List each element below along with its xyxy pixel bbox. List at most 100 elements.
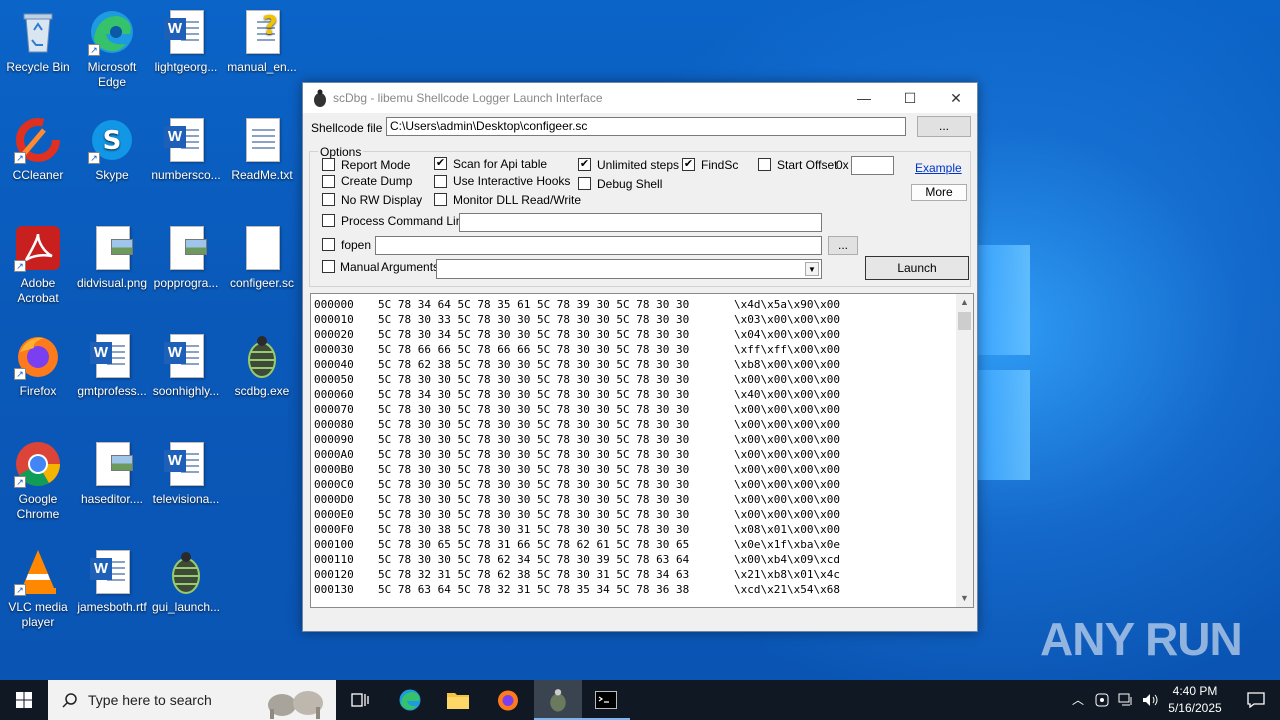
desktop-icon-firefox[interactable]: ↗ Firefox [0,332,76,399]
image-file-icon [162,224,210,272]
taskbar-cmd[interactable] [582,680,630,720]
offset-prefix-label: 0x [836,158,849,172]
icon-label: Firefox [19,384,57,398]
minimize-button[interactable]: — [841,83,887,113]
scdbg-window[interactable]: scDbg - libemu Shellcode Logger Launch I… [302,82,978,632]
volume-icon[interactable] [1138,680,1162,720]
monitor-dll-checkbox[interactable] [434,193,447,207]
start-offset-checkbox[interactable] [758,158,771,172]
icon-label: popprogra... [153,276,219,290]
hexdump-bytes: 5C 78 30 30 5C 78 30 30 5C 78 30 30 5C 7… [378,448,690,461]
desktop-icon-manual-en[interactable]: ? manual_en... [224,8,300,75]
desktop-icon-soonhighly[interactable]: W soonhighly... [148,332,224,399]
hexdump-row: 0000F0 5C 78 30 38 5C 78 30 31 5C 78 30 3… [314,522,840,537]
hexdump-row: 000080 5C 78 30 30 5C 78 30 30 5C 78 30 3… [314,417,840,432]
desktop-icon-haseditor[interactable]: haseditor.... [74,440,150,507]
no-rw-display-checkbox[interactable] [322,193,335,207]
manual-arguments-checkbox[interactable] [322,260,335,274]
maximize-button[interactable]: ☐ [887,83,933,113]
icon-label: numbersco... [151,168,221,182]
icon-label: haseditor.... [80,492,144,506]
unlimited-steps-checkbox[interactable]: ✔ [578,158,591,172]
shortcut-arrow-icon: ↗ [88,152,100,164]
desktop-icon-skype[interactable]: S ↗ Skype [74,116,150,183]
process-cmdline-input[interactable] [459,213,822,232]
hexdump-bytes: 5C 78 30 34 5C 78 30 30 5C 78 30 30 5C 7… [378,328,690,341]
desktop-icon-televisiona[interactable]: W televisiona... [148,440,224,507]
desktop-icon-popprogra[interactable]: popprogra... [148,224,224,291]
desktop-icon-ccleaner[interactable]: ↗ CCleaner [0,116,76,183]
shortcut-arrow-icon: ↗ [14,476,26,488]
process-cmdline-checkbox[interactable] [322,214,335,228]
hexdump-offset: 000030 [314,343,354,356]
hexdump-row: 000100 5C 78 30 65 5C 78 31 66 5C 78 62 6… [314,537,840,552]
window-title: scDbg - libemu Shellcode Logger Launch I… [333,91,603,105]
desktop-icon-numbersco[interactable]: W numbersco... [148,116,224,183]
fopen-browse-button[interactable]: ... [828,236,858,255]
desktop-icon-lightgeorg[interactable]: W lightgeorg... [148,8,224,75]
shellcode-file-input[interactable]: C:\Users\admin\Desktop\configeer.sc [386,117,906,136]
desktop-icon-vlc[interactable]: ↗ VLC media player [0,548,76,630]
desktop-icon-gui-launch[interactable]: gui_launch... [148,548,224,615]
hexdump-ascii: \xb8\x00\x00\x00 [734,358,840,371]
findsc-checkbox[interactable]: ✔ [682,158,695,172]
elephants-illustration-icon [268,691,323,719]
taskbar-edge[interactable] [386,680,434,720]
icon-label: Skype [95,168,129,182]
more-button[interactable]: More [911,184,967,201]
task-view-button[interactable] [336,680,384,720]
hexdump-panel[interactable]: 000000 5C 78 34 64 5C 78 35 61 5C 78 39 3… [310,293,974,608]
desktop-icon-jamesboth[interactable]: W jamesboth.rtf [74,548,150,615]
icon-label: jamesboth.rtf [77,600,147,614]
show-hidden-icons-chevron-icon[interactable]: ︿ [1066,680,1090,720]
desktop-icon-edge[interactable]: ↗ Microsoft Edge [74,8,150,90]
browse-shellcode-button[interactable]: ... [917,116,971,137]
notifications-button[interactable] [1232,680,1280,720]
start-offset-label: Start Offset [777,158,838,172]
hexdump-row: 0000E0 5C 78 30 30 5C 78 30 30 5C 78 30 3… [314,507,840,522]
taskbar-firefox[interactable] [484,680,532,720]
desktop-icon-readme[interactable]: ReadMe.txt [224,116,300,183]
vertical-scrollbar[interactable]: ▲ ▼ [956,294,973,607]
title-bar[interactable]: scDbg - libemu Shellcode Logger Launch I… [303,83,977,113]
taskbar-scdbg[interactable] [534,680,582,720]
scroll-down-icon[interactable]: ▼ [956,590,973,607]
hexdump-row: 0000A0 5C 78 30 30 5C 78 30 30 5C 78 30 3… [314,447,840,462]
scan-api-table-checkbox[interactable]: ✔ [434,157,447,171]
chevron-down-icon[interactable]: ▼ [805,262,819,276]
hexdump-offset: 0000F0 [314,523,354,536]
desktop-icon-didvisual[interactable]: didvisual.png [74,224,150,291]
hexdump-row: 0000C0 5C 78 30 30 5C 78 30 30 5C 78 30 3… [314,477,840,492]
interactive-hooks-checkbox[interactable] [434,175,447,189]
desktop-icon-recycle-bin[interactable]: Recycle Bin [0,8,76,75]
edge-icon: ↗ [88,8,136,56]
system-clock[interactable]: 4:40 PM 5/16/2025 [1162,683,1228,717]
start-button[interactable] [0,680,48,720]
taskbar-search-box[interactable]: Type here to search [48,680,336,720]
desktop-icon-google-chrome[interactable]: ↗ Google Chrome [0,440,76,522]
report-mode-checkbox[interactable] [322,158,335,172]
example-link[interactable]: Example [915,161,962,175]
desktop-icon-configeer[interactable]: configeer.sc [224,224,300,291]
arguments-combobox[interactable]: ▼ [436,259,822,279]
meet-now-icon[interactable] [1090,680,1114,720]
taskbar-file-explorer[interactable] [434,680,482,720]
fopen-input[interactable] [375,236,822,255]
network-icon[interactable] [1114,680,1138,720]
hexdump-ascii: \x03\x00\x00\x00 [734,313,840,326]
launch-button[interactable]: Launch [865,256,969,280]
scroll-up-icon[interactable]: ▲ [956,294,973,311]
scan-api-table-label: Scan for Api table [453,157,548,171]
desktop-icon-gmtprofess[interactable]: W gmtprofess... [74,332,150,399]
fopen-checkbox[interactable] [322,238,335,252]
create-dump-checkbox[interactable] [322,175,335,189]
debug-shell-checkbox[interactable] [578,177,591,191]
hexdump-row: 000110 5C 78 30 30 5C 78 62 34 5C 78 30 3… [314,552,840,567]
desktop-icon-adobe-acrobat[interactable]: ↗ Adobe Acrobat [0,224,76,306]
start-offset-input[interactable] [851,156,894,175]
scrollbar-thumb[interactable] [958,312,971,330]
desktop-icon-scdbg[interactable]: scdbg.exe [224,332,300,399]
close-button[interactable]: ✕ [933,83,979,113]
hexdump-offset: 0000A0 [314,448,354,461]
hexdump-ascii: \x04\x00\x00\x00 [734,328,840,341]
